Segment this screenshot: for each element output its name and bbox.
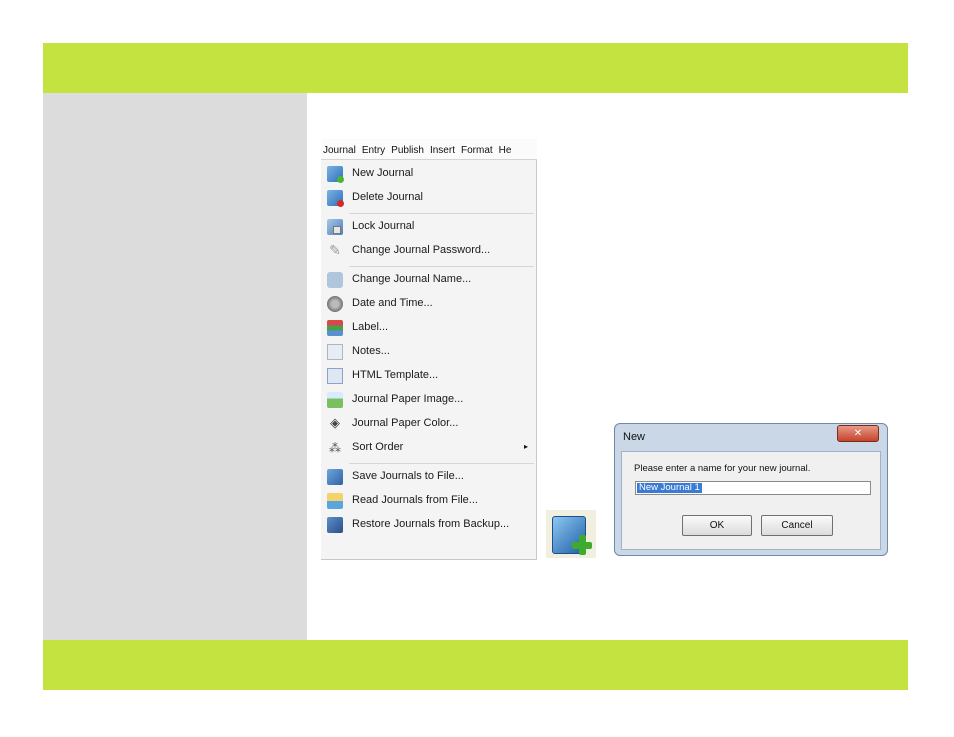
new-journal-icon (327, 166, 344, 183)
new-journal-dialog: New ✕ Please enter a name for your new j… (614, 423, 888, 556)
menu-item-label: Restore Journals from Backup... (352, 518, 510, 530)
menu-item-label[interactable]: Label... (321, 316, 536, 340)
sort-order-icon: ⁂ (329, 441, 341, 455)
rename-icon (327, 272, 343, 288)
menu-item-text: Label... (352, 321, 389, 333)
restore-icon (327, 517, 343, 533)
menu-item-label: Change Journal Password... (352, 244, 491, 256)
journal-dropdown-menu: New Journal Delete Journal Lock Journal … (321, 160, 537, 560)
delete-journal-icon (327, 190, 344, 207)
ok-button[interactable]: OK (682, 515, 752, 536)
menu-item-label: Date and Time... (352, 297, 433, 309)
menu-item-html-template[interactable]: HTML Template... (321, 364, 536, 388)
menu-item-save-journals[interactable]: Save Journals to File... (321, 465, 536, 489)
menu-publish[interactable]: Publish (388, 139, 427, 156)
journal-name-input[interactable]: New Journal 1 (635, 481, 871, 495)
lock-journal-icon (327, 219, 343, 235)
menu-item-change-name[interactable]: Change Journal Name... (321, 268, 536, 292)
dialog-prompt: Please enter a name for your new journal… (634, 463, 811, 474)
menu-journal[interactable]: Journal (321, 139, 359, 156)
dialog-body: Please enter a name for your new journal… (621, 451, 881, 550)
top-accent-band (43, 43, 908, 93)
menu-format[interactable]: Format (458, 139, 496, 156)
notes-icon (327, 344, 343, 360)
menu-item-notes[interactable]: Notes... (321, 340, 536, 364)
menu-item-change-password[interactable]: ✎ Change Journal Password... (321, 239, 536, 263)
menu-item-label: Notes... (352, 345, 390, 357)
menu-item-label: Delete Journal (352, 191, 423, 203)
menu-item-label: Journal Paper Color... (352, 417, 459, 429)
paper-color-icon: ◈ (330, 416, 340, 431)
submenu-arrow-icon: ▸ (523, 442, 528, 451)
menu-separator (349, 213, 534, 214)
menu-item-label: Lock Journal (352, 220, 415, 232)
dialog-title: New (623, 431, 646, 443)
save-icon (327, 469, 343, 485)
password-icon: ✎ (329, 243, 341, 259)
menu-item-label: Sort Order (352, 441, 404, 453)
paper-image-icon (327, 392, 343, 408)
journal-menu-screenshot: Journal Entry Publish Insert Format He New Jo… (321, 139, 537, 560)
menu-item-lock-journal[interactable]: Lock Journal (321, 215, 536, 239)
plus-icon (572, 535, 592, 555)
date-time-icon (327, 296, 343, 312)
menu-separator (349, 463, 534, 464)
new-journal-large-icon (546, 510, 596, 558)
menu-item-label: Save Journals to File... (352, 470, 464, 482)
menu-item-label: Journal Paper Image... (352, 393, 464, 405)
menu-item-delete-journal[interactable]: Delete Journal (321, 186, 536, 210)
menu-separator (349, 266, 534, 267)
menu-item-paper-color[interactable]: ◈ Journal Paper Color... (321, 412, 536, 436)
html-template-icon (327, 368, 343, 384)
menu-help[interactable]: He (496, 139, 515, 156)
menu-item-restore-journals[interactable]: Restore Journals from Backup... (321, 513, 536, 537)
menu-insert[interactable]: Insert (427, 139, 458, 156)
menu-item-date-time[interactable]: Date and Time... (321, 292, 536, 316)
menu-item-sort-order[interactable]: ⁂ Sort Order ▸ (321, 436, 536, 460)
read-icon (327, 493, 343, 509)
menubar: Journal Entry Publish Insert Format He (321, 139, 537, 160)
menu-item-label: New Journal (352, 167, 414, 179)
bottom-accent-band (43, 640, 908, 690)
menu-item-read-journals[interactable]: Read Journals from File... (321, 489, 536, 513)
menu-item-new-journal[interactable]: New Journal (321, 162, 536, 186)
menu-item-label: Read Journals from File... (352, 494, 478, 506)
label-icon (327, 320, 343, 336)
close-button[interactable]: ✕ (837, 425, 879, 442)
left-sidebar-panel (43, 93, 307, 640)
input-selected-text: New Journal 1 (637, 482, 702, 493)
menu-item-label: HTML Template... (352, 369, 439, 381)
cancel-button[interactable]: Cancel (761, 515, 833, 536)
menu-entry[interactable]: Entry (359, 139, 388, 156)
menu-item-paper-image[interactable]: Journal Paper Image... (321, 388, 536, 412)
menu-item-label: Change Journal Name... (352, 273, 472, 285)
